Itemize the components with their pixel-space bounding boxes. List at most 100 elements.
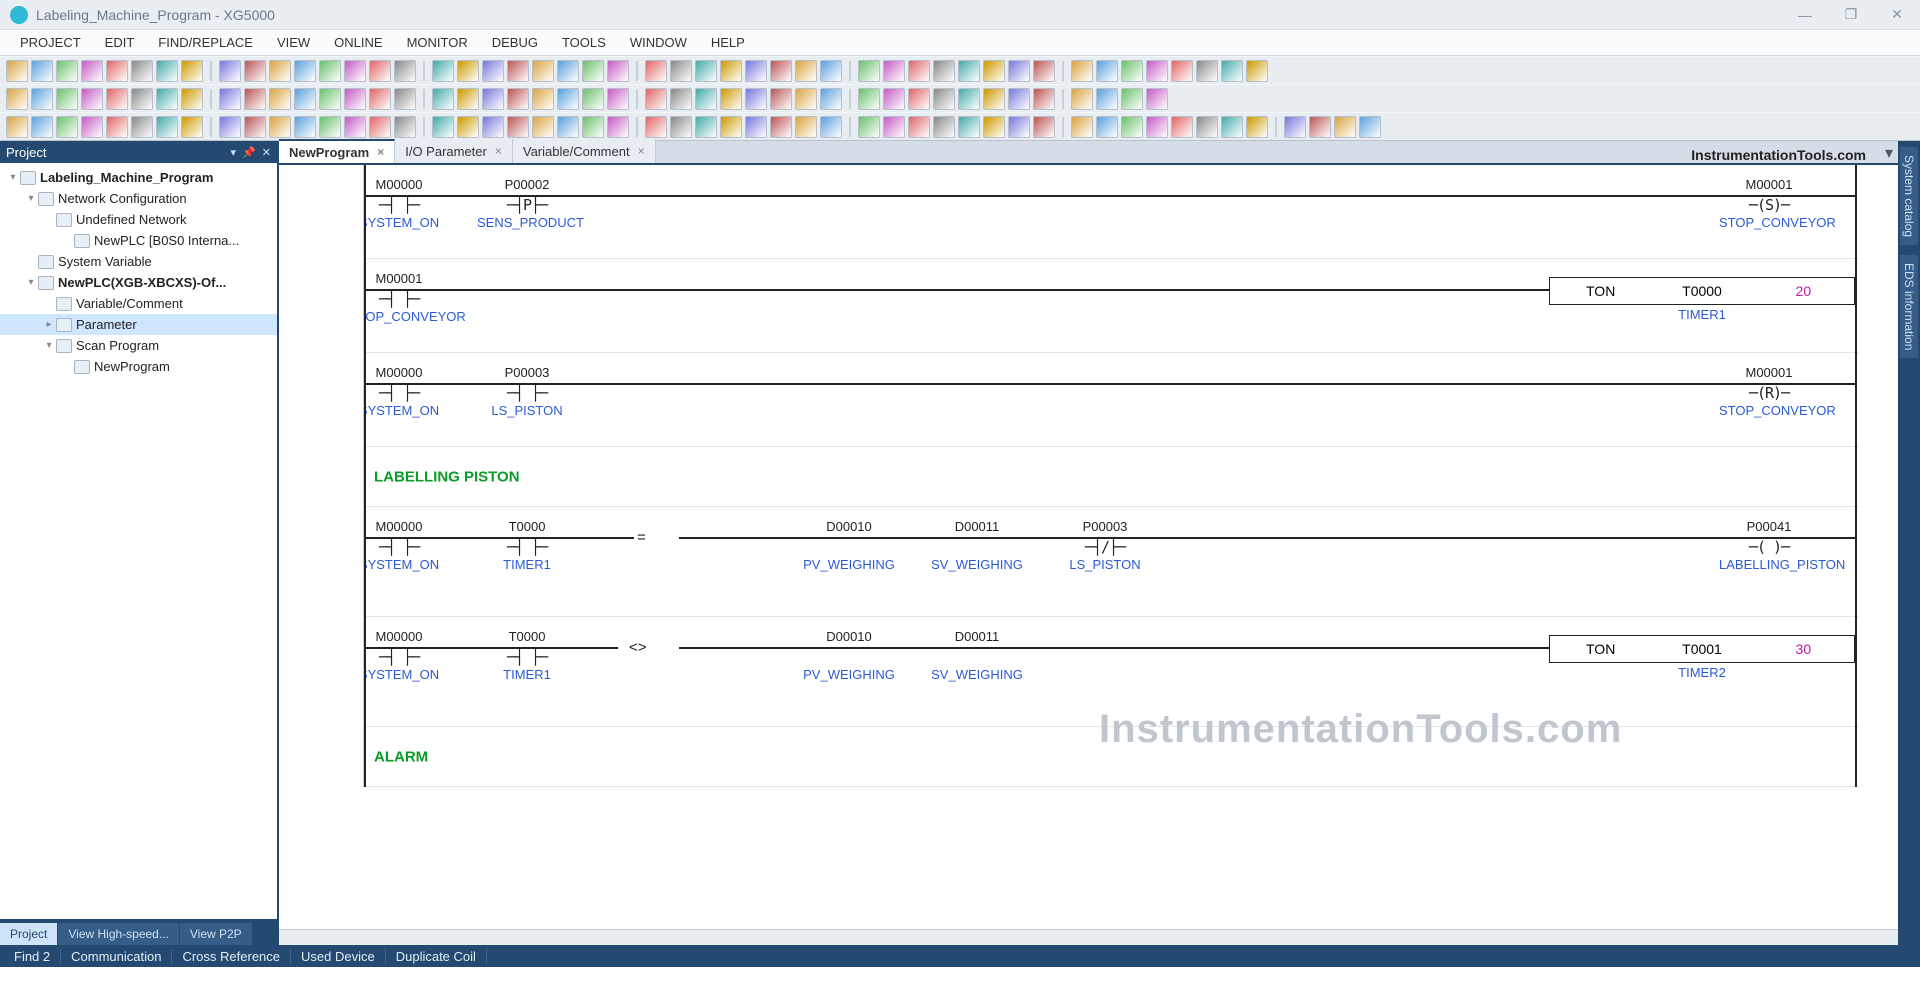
toolbar-button[interactable] bbox=[1121, 88, 1143, 110]
ladder-contact[interactable]: M00000─┤ ├─SYSTEM_ON bbox=[359, 365, 439, 418]
toolbar-button[interactable] bbox=[1033, 116, 1055, 138]
tree-item[interactable]: System Variable bbox=[0, 251, 277, 272]
toolbar-button[interactable] bbox=[394, 88, 416, 110]
panel-dropdown-icon[interactable]: ▾ bbox=[231, 146, 237, 159]
toolbar-button[interactable] bbox=[294, 116, 316, 138]
toolbar-button[interactable] bbox=[1221, 60, 1243, 82]
side-tab[interactable]: EDS information bbox=[1900, 255, 1918, 358]
ladder-contact[interactable]: D00010PV_WEIGHING bbox=[809, 519, 889, 572]
toolbar-button[interactable] bbox=[820, 88, 842, 110]
toolbar-button[interactable] bbox=[820, 116, 842, 138]
toolbar-button[interactable] bbox=[1196, 116, 1218, 138]
toolbar-button[interactable] bbox=[394, 60, 416, 82]
toolbar-button[interactable] bbox=[181, 88, 203, 110]
tree-item[interactable]: ▾Labeling_Machine_Program bbox=[0, 167, 277, 188]
toolbar-button[interactable] bbox=[1196, 60, 1218, 82]
toolbar-button[interactable] bbox=[1146, 116, 1168, 138]
h-scrollbar[interactable] bbox=[279, 929, 1898, 945]
tree-item[interactable]: ▸Parameter bbox=[0, 314, 277, 335]
tree-item[interactable]: NewProgram bbox=[0, 356, 277, 377]
ladder-contact[interactable]: M00000─┤ ├─SYSTEM_ON bbox=[359, 629, 439, 682]
menu-help[interactable]: HELP bbox=[699, 30, 757, 56]
toolbar-button[interactable] bbox=[1096, 60, 1118, 82]
ladder-contact[interactable]: D00011SV_WEIGHING bbox=[937, 629, 1017, 682]
toolbar-button[interactable] bbox=[645, 116, 667, 138]
toolbar-button[interactable] bbox=[908, 88, 930, 110]
toolbar-button[interactable] bbox=[6, 88, 28, 110]
toolbar-button[interactable] bbox=[344, 116, 366, 138]
ladder-contact[interactable]: P00002─┤P├─SENS_PRODUCT bbox=[487, 177, 567, 230]
toolbar-button[interactable] bbox=[244, 88, 266, 110]
toolbar-button[interactable] bbox=[1071, 60, 1093, 82]
toolbar-button[interactable] bbox=[670, 60, 692, 82]
toolbar-button[interactable] bbox=[507, 88, 529, 110]
toolbar-button[interactable] bbox=[106, 116, 128, 138]
toolbar-button[interactable] bbox=[1033, 60, 1055, 82]
toolbar-button[interactable] bbox=[1121, 116, 1143, 138]
toolbar-button[interactable] bbox=[482, 60, 504, 82]
toolbar-button[interactable] bbox=[432, 88, 454, 110]
toolbar-button[interactable] bbox=[1008, 116, 1030, 138]
toolbar-button[interactable] bbox=[645, 60, 667, 82]
toolbar-button[interactable] bbox=[1359, 116, 1381, 138]
toolbar-button[interactable] bbox=[269, 88, 291, 110]
maximize-button[interactable]: ❐ bbox=[1828, 0, 1874, 30]
rung[interactable]: 14M00001─┤ ├─STOP_CONVEYORTONT000020TIME… bbox=[279, 259, 1859, 353]
ladder-editor[interactable]: 10M00000─┤ ├─SYSTEM_ONP00002─┤P├─SENS_PR… bbox=[279, 165, 1898, 929]
toolbar-button[interactable] bbox=[369, 60, 391, 82]
menu-project[interactable]: PROJECT bbox=[8, 30, 93, 56]
ladder-contact[interactable]: M00000─┤ ├─SYSTEM_ON bbox=[359, 177, 439, 230]
toolbar-button[interactable] bbox=[858, 88, 880, 110]
toolbar-button[interactable] bbox=[745, 116, 767, 138]
toolbar-button[interactable] bbox=[1008, 88, 1030, 110]
ladder-coil[interactable]: P00041─( )─LABELLING_PISTON bbox=[1729, 519, 1809, 572]
toolbar-button[interactable] bbox=[795, 88, 817, 110]
toolbar-button[interactable] bbox=[958, 116, 980, 138]
toolbar-button[interactable] bbox=[1284, 116, 1306, 138]
panel-close-icon[interactable]: ✕ bbox=[262, 146, 271, 159]
toolbar-button[interactable] bbox=[244, 116, 266, 138]
toolbar-button[interactable] bbox=[131, 88, 153, 110]
status-tab[interactable]: Communication bbox=[61, 949, 172, 964]
close-tab-icon[interactable]: × bbox=[638, 144, 645, 158]
toolbar-button[interactable] bbox=[1334, 116, 1356, 138]
status-tab[interactable]: Used Device bbox=[291, 949, 386, 964]
toolbar-button[interactable] bbox=[983, 88, 1005, 110]
project-tree[interactable]: ▾Labeling_Machine_Program▾Network Config… bbox=[0, 163, 277, 919]
toolbar-button[interactable] bbox=[820, 60, 842, 82]
toolbar-button[interactable] bbox=[858, 60, 880, 82]
toolbar-button[interactable] bbox=[532, 60, 554, 82]
toolbar-button[interactable] bbox=[795, 116, 817, 138]
toolbar-button[interactable] bbox=[958, 88, 980, 110]
close-tab-icon[interactable]: × bbox=[495, 144, 502, 158]
tree-item[interactable]: ▾Network Configuration bbox=[0, 188, 277, 209]
toolbar-button[interactable] bbox=[582, 60, 604, 82]
close-tab-icon[interactable]: × bbox=[377, 145, 384, 159]
toolbar-button[interactable] bbox=[344, 60, 366, 82]
toolbar-button[interactable] bbox=[319, 116, 341, 138]
toolbar-button[interactable] bbox=[1121, 60, 1143, 82]
ladder-coil[interactable]: M00001─(R)─STOP_CONVEYOR bbox=[1729, 365, 1809, 418]
toolbar-button[interactable] bbox=[532, 116, 554, 138]
toolbar-button[interactable] bbox=[457, 116, 479, 138]
toolbar-button[interactable] bbox=[745, 60, 767, 82]
rung[interactable]: 21M00000─┤ ├─SYSTEM_ONT0000─┤ ├─TIMER1D0… bbox=[279, 507, 1859, 617]
toolbar-button[interactable] bbox=[645, 88, 667, 110]
status-tab[interactable]: Find 2 bbox=[4, 949, 61, 964]
toolbar-button[interactable] bbox=[1146, 60, 1168, 82]
toolbar-button[interactable] bbox=[106, 60, 128, 82]
rung[interactable]: 10M00000─┤ ├─SYSTEM_ONP00002─┤P├─SENS_PR… bbox=[279, 165, 1859, 259]
toolbar-button[interactable] bbox=[557, 88, 579, 110]
toolbar-button[interactable] bbox=[81, 88, 103, 110]
toolbar-button[interactable] bbox=[432, 116, 454, 138]
toolbar-button[interactable] bbox=[394, 116, 416, 138]
menu-online[interactable]: ONLINE bbox=[322, 30, 394, 56]
ladder-contact[interactable]: D00011SV_WEIGHING bbox=[937, 519, 1017, 572]
toolbar-button[interactable] bbox=[1146, 88, 1168, 110]
rung-comment[interactable]: CommentLABELLING PISTON bbox=[279, 447, 1859, 507]
toolbar-button[interactable] bbox=[482, 88, 504, 110]
toolbar-button[interactable] bbox=[745, 88, 767, 110]
toolbar-button[interactable] bbox=[933, 116, 955, 138]
doc-tab[interactable]: NewProgram× bbox=[279, 139, 395, 163]
toolbar-button[interactable] bbox=[1246, 116, 1268, 138]
